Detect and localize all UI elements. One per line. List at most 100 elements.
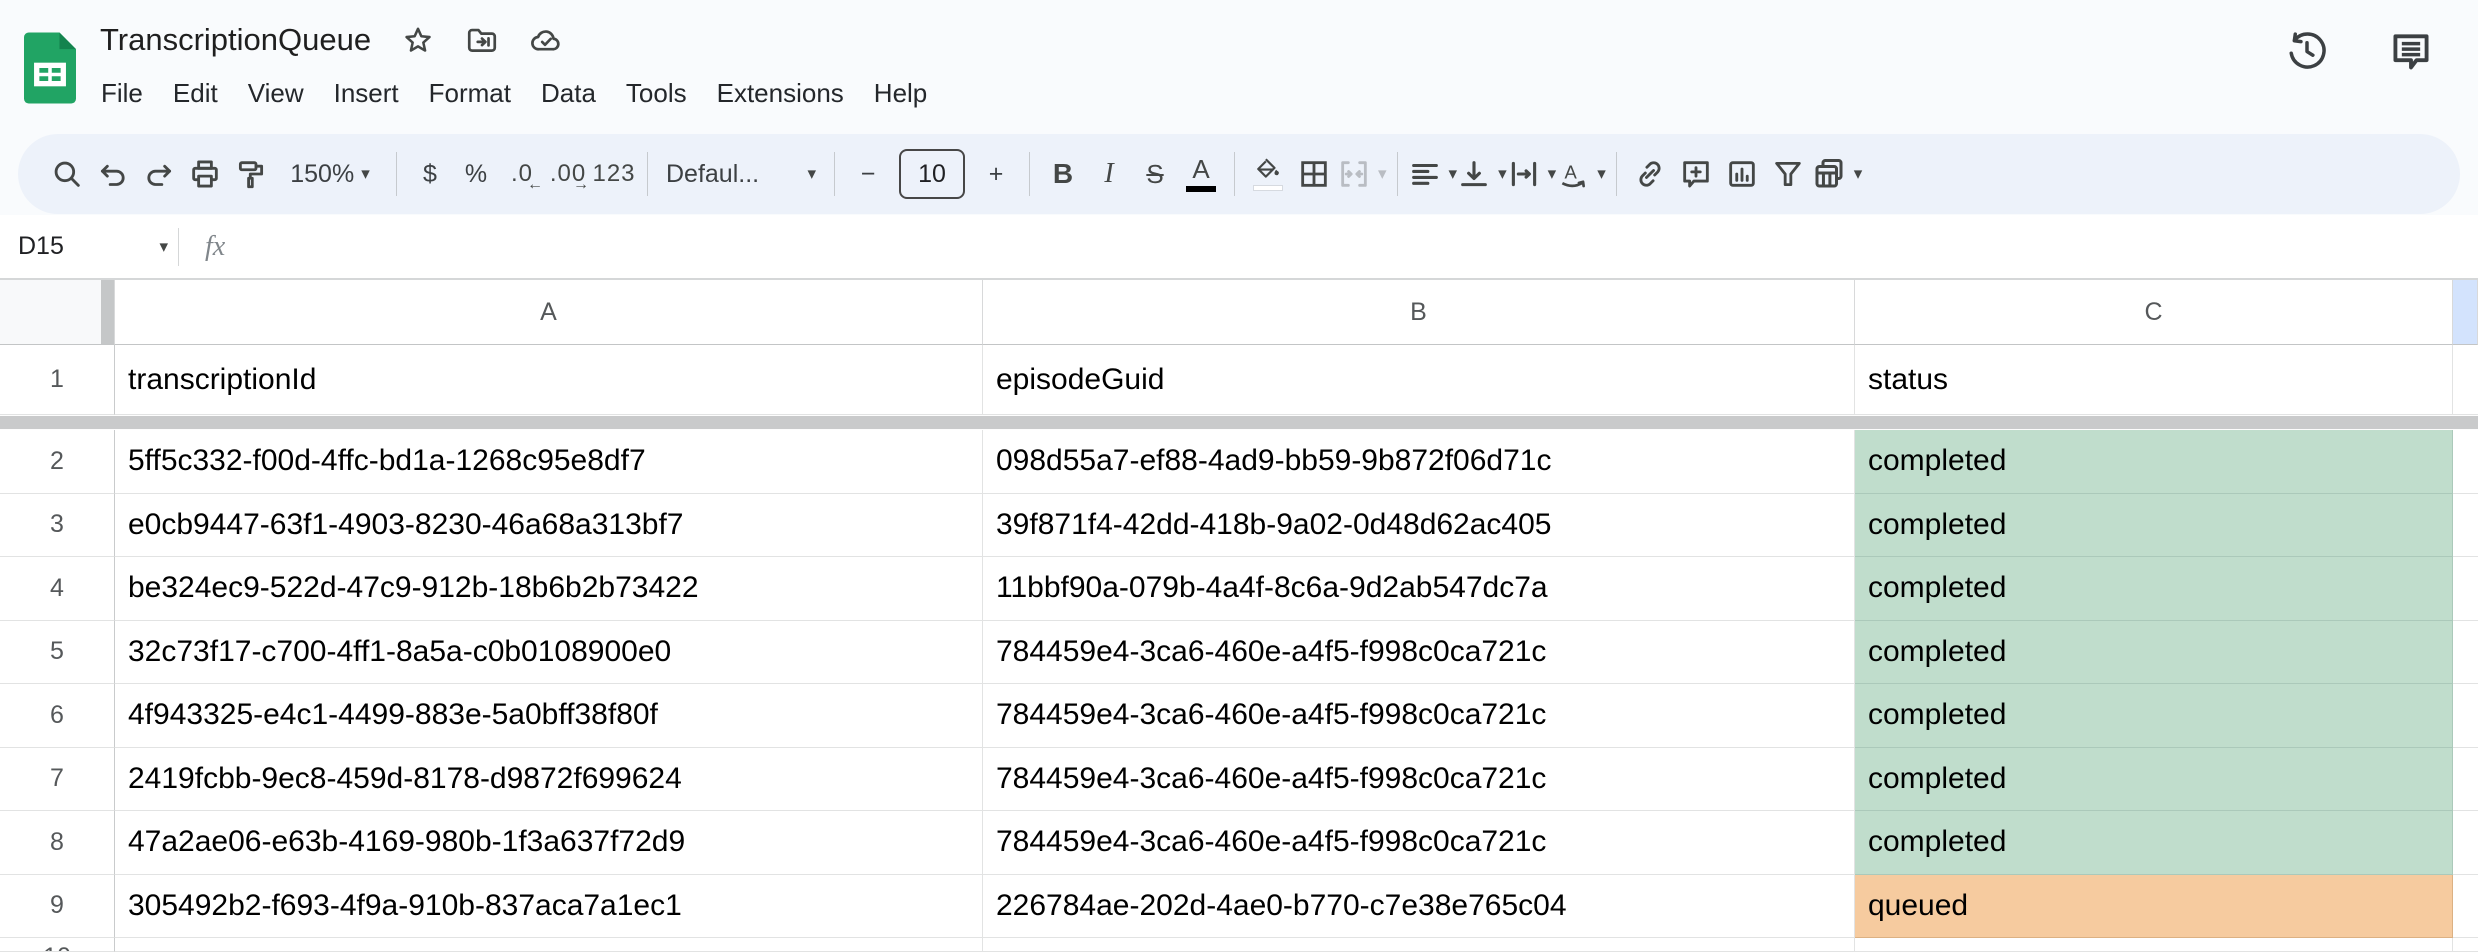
increase-decimal-button[interactable]: .00→ — [545, 150, 591, 198]
cell-sliver[interactable] — [2453, 345, 2478, 415]
cell-sliver[interactable] — [2453, 621, 2478, 685]
cell-status[interactable]: completed — [1855, 621, 2453, 685]
field-header-cell[interactable]: status — [1855, 345, 2453, 415]
cell-sliver[interactable] — [2453, 748, 2478, 812]
menu-edit[interactable]: Edit — [158, 72, 233, 115]
row-header-2[interactable]: 2 — [0, 430, 115, 494]
format-percent-button[interactable]: % — [453, 150, 499, 198]
more-formats-button[interactable]: 123 — [591, 150, 637, 198]
select-all-corner[interactable] — [0, 280, 115, 345]
fill-color-button[interactable] — [1245, 150, 1291, 198]
cell-episode-guid[interactable]: 11bbf90a-079b-4a4f-8c6a-9d2ab547dc7a — [983, 557, 1855, 621]
cell-episode-guid[interactable]: 784459e4-3ca6-460e-a4f5-f998c0ca721c — [983, 811, 1855, 875]
cell-sliver[interactable] — [2453, 494, 2478, 558]
cell-status[interactable]: completed — [1855, 811, 2453, 875]
strikethrough-button[interactable]: S — [1132, 150, 1178, 198]
cell-sliver[interactable] — [2453, 430, 2478, 494]
cell-episode-guid[interactable]: 39f871f4-42dd-418b-9a02-0d48d62ac405 — [983, 494, 1855, 558]
insert-comment-icon[interactable] — [1673, 150, 1719, 198]
text-wrap-button[interactable]: ▾ — [1507, 150, 1557, 198]
row-header-8[interactable]: 8 — [0, 811, 115, 875]
menu-tools[interactable]: Tools — [611, 72, 702, 115]
cell-transcription-id[interactable]: 32c73f17-c700-4ff1-8a5a-c0b0108900e0 — [115, 621, 983, 685]
version-history-icon[interactable] — [2284, 28, 2330, 74]
font-select[interactable]: Defaul...▾ — [658, 150, 824, 198]
move-to-folder-icon[interactable] — [465, 23, 499, 57]
cell-sliver[interactable] — [2453, 938, 2478, 952]
cell-sliver[interactable] — [2453, 811, 2478, 875]
formula-input[interactable] — [225, 215, 2478, 278]
frozen-row-divider[interactable] — [0, 415, 2478, 430]
menu-insert[interactable]: Insert — [319, 72, 414, 115]
text-color-button[interactable]: A — [1178, 150, 1224, 198]
star-icon[interactable] — [401, 23, 435, 57]
italic-button[interactable]: I — [1086, 150, 1132, 198]
menu-extensions[interactable]: Extensions — [702, 72, 859, 115]
undo-icon[interactable] — [90, 150, 136, 198]
font-size-input[interactable]: 10 — [899, 149, 965, 199]
create-filter-icon[interactable] — [1765, 150, 1811, 198]
field-header-cell[interactable]: episodeGuid — [983, 345, 1855, 415]
horizontal-align-button[interactable]: ▾ — [1408, 150, 1458, 198]
cell-transcription-id[interactable]: 4f943325-e4c1-4499-883e-5a0bff38f80f — [115, 684, 983, 748]
search-icon[interactable] — [44, 150, 90, 198]
merge-cells-button[interactable]: ▾ — [1337, 150, 1387, 198]
zoom-select[interactable]: 150%▾ — [274, 150, 386, 198]
decrease-font-size-button[interactable]: − — [845, 150, 891, 198]
cell-transcription-id[interactable]: 5ff5c332-f00d-4ffc-bd1a-1268c95e8df7 — [115, 430, 983, 494]
cell-episode-guid[interactable]: 784459e4-3ca6-460e-a4f5-f998c0ca721c — [983, 684, 1855, 748]
menu-data[interactable]: Data — [526, 72, 611, 115]
decrease-decimal-button[interactable]: .0← — [499, 150, 545, 198]
cell-transcription-id[interactable]: 2419fcbb-9ec8-459d-8178-d9872f699624 — [115, 748, 983, 812]
row-header-3[interactable]: 3 — [0, 494, 115, 558]
menu-file[interactable]: File — [86, 72, 158, 115]
print-icon[interactable] — [182, 150, 228, 198]
borders-button[interactable] — [1291, 150, 1337, 198]
vertical-align-button[interactable]: ▾ — [1457, 150, 1507, 198]
cell-status[interactable]: queued — [1855, 875, 2453, 939]
cell-transcription-id[interactable]: be324ec9-522d-47c9-912b-18b6b2b73422 — [115, 557, 983, 621]
cell-episode-guid[interactable]: 226784ae-202d-4ae0-b770-c7e38e765c04 — [983, 875, 1855, 939]
cell-sliver[interactable] — [2453, 684, 2478, 748]
field-header-cell[interactable]: transcriptionId — [115, 345, 983, 415]
cell-status[interactable]: completed — [1855, 557, 2453, 621]
row-header-10[interactable]: 10 — [0, 938, 115, 952]
column-header-C[interactable]: C — [1855, 280, 2453, 345]
column-header-A[interactable]: A — [115, 280, 983, 345]
paint-format-icon[interactable] — [228, 150, 274, 198]
cell-episode-guid[interactable]: 098d55a7-ef88-4ad9-bb59-9b872f06d71c — [983, 430, 1855, 494]
cell-status[interactable]: completed — [1855, 684, 2453, 748]
row-header-7[interactable]: 7 — [0, 748, 115, 812]
row-header-6[interactable]: 6 — [0, 684, 115, 748]
text-rotation-button[interactable]: A ▾ — [1556, 150, 1606, 198]
empty-cell[interactable] — [115, 938, 983, 952]
redo-icon[interactable] — [136, 150, 182, 198]
cell-status[interactable]: completed — [1855, 430, 2453, 494]
cell-status[interactable]: completed — [1855, 748, 2453, 812]
column-header-D-sliver[interactable] — [2453, 280, 2478, 345]
row-header-1[interactable]: 1 — [0, 345, 115, 415]
empty-cell[interactable] — [1855, 938, 2453, 952]
name-box[interactable]: D15 ▾ — [0, 215, 178, 278]
table-views-icon[interactable]: ▾ — [1811, 150, 1863, 198]
menu-view[interactable]: View — [233, 72, 319, 115]
cell-status[interactable]: completed — [1855, 494, 2453, 558]
menu-help[interactable]: Help — [859, 72, 942, 115]
format-currency-button[interactable]: $ — [407, 150, 453, 198]
row-header-4[interactable]: 4 — [0, 557, 115, 621]
row-header-9[interactable]: 9 — [0, 875, 115, 939]
cell-sliver[interactable] — [2453, 875, 2478, 939]
sheets-logo[interactable] — [24, 32, 76, 104]
cell-episode-guid[interactable]: 784459e4-3ca6-460e-a4f5-f998c0ca721c — [983, 621, 1855, 685]
cell-transcription-id[interactable]: 305492b2-f693-4f9a-910b-837aca7a1ec1 — [115, 875, 983, 939]
cloud-saved-icon[interactable] — [529, 23, 563, 57]
empty-cell[interactable] — [983, 938, 1855, 952]
bold-button[interactable]: B — [1040, 150, 1086, 198]
cell-episode-guid[interactable]: 784459e4-3ca6-460e-a4f5-f998c0ca721c — [983, 748, 1855, 812]
cell-sliver[interactable] — [2453, 557, 2478, 621]
increase-font-size-button[interactable]: + — [973, 150, 1019, 198]
insert-chart-icon[interactable] — [1719, 150, 1765, 198]
row-header-5[interactable]: 5 — [0, 621, 115, 685]
document-title[interactable]: TranscriptionQueue — [100, 22, 371, 58]
comment-history-icon[interactable] — [2388, 28, 2434, 74]
